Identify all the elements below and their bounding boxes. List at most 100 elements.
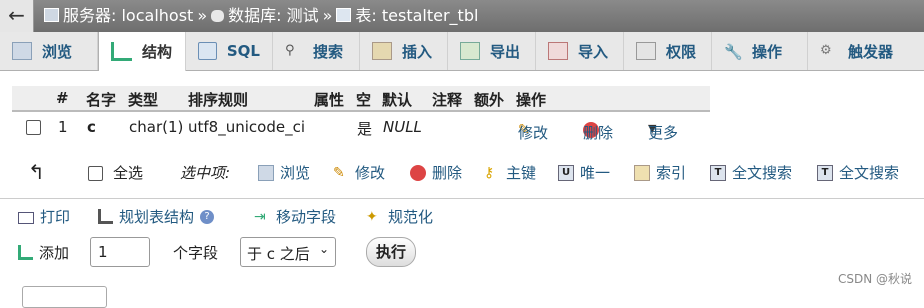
row-num: 1 <box>58 118 68 136</box>
export-icon <box>460 42 480 60</box>
row-edit-label: 修改 <box>518 124 549 142</box>
tab-label: 结构 <box>142 43 173 61</box>
triggers-icon: ⚙ <box>820 43 832 58</box>
chevron-down-icon: ⌄ <box>318 242 329 256</box>
printer-icon <box>18 212 34 224</box>
tab-sql[interactable]: SQL <box>186 32 273 70</box>
table-row: 1 c char(1) utf8_unicode_ci 是 NULL ✎ 修改 删… <box>12 114 710 142</box>
watermark: CSDN @秋说 <box>837 272 912 286</box>
bulk-primary[interactable]: ⚷ 主键 <box>484 162 536 183</box>
structure-table-header: # 名字 类型 排序规则 属性 空 默认 注释 额外 操作 <box>12 86 710 112</box>
breadcrumb: 服务器: localhost» 数据库: 测试» 表: testalter_tbl <box>44 0 478 32</box>
pencil-icon: ✎ <box>333 164 345 181</box>
go-button[interactable]: 执行 <box>366 237 416 267</box>
row-null: 是 <box>357 120 373 138</box>
col-extra: 额外 <box>474 91 505 109</box>
tab-label: 插入 <box>402 42 433 61</box>
browse-icon <box>12 42 32 60</box>
breadcrumb-bar: ← 服务器: localhost» 数据库: 测试» 表: testalter_tb… <box>0 0 924 32</box>
bulk-browse[interactable]: 浏览 <box>258 162 310 183</box>
server-icon <box>44 8 59 22</box>
bulk-browse-label: 浏览 <box>280 164 311 182</box>
add-label-group: 添加 <box>18 242 69 263</box>
bulk-index[interactable]: 索引 <box>634 162 686 183</box>
tab-export[interactable]: 导出 <box>448 32 536 70</box>
col-comment: 注释 <box>432 91 463 109</box>
index-icon <box>634 164 650 181</box>
tab-label: 权限 <box>666 42 697 61</box>
structure-icon <box>111 42 132 61</box>
bulk-primary-label: 主键 <box>506 164 537 182</box>
breadcrumb-separator: » <box>322 6 333 25</box>
col-attributes: 属性 <box>314 91 345 109</box>
propose-label: 规划表结构 <box>119 208 195 226</box>
move-label: 移动字段 <box>276 208 337 226</box>
search-icon: ⚲ <box>285 43 295 58</box>
propose-structure-link[interactable]: 规划表结构? <box>98 206 215 227</box>
print-link[interactable]: 打印 <box>18 206 70 227</box>
check-all-label[interactable]: 全选 <box>113 162 143 183</box>
bulk-edit[interactable]: ✎ 修改 <box>333 162 385 183</box>
tab-label: 导入 <box>578 42 609 61</box>
bulk-fulltext-label: 全文搜索 <box>732 164 793 182</box>
fulltext-icon: T <box>710 164 726 181</box>
help-icon[interactable]: ? <box>200 209 215 224</box>
tab-search[interactable]: ⚲ 搜索 <box>273 32 360 70</box>
move-icon: ⇥ <box>254 208 266 225</box>
breadcrumb-server[interactable]: 服务器: localhost <box>63 6 193 25</box>
tab-label: 操作 <box>752 42 783 61</box>
add-unit-label: 个字段 <box>173 244 219 262</box>
row-more-label: 更多 <box>648 124 679 142</box>
tab-label: SQL <box>226 42 260 60</box>
tab-label: 浏览 <box>42 42 73 61</box>
fulltext-icon: T <box>817 164 833 181</box>
bottom-partial-box <box>22 286 107 308</box>
bulk-drop[interactable]: 删除 <box>410 162 462 183</box>
bulk-drop-label: 删除 <box>432 164 463 182</box>
breadcrumb-separator: » <box>197 6 208 25</box>
add-count-input[interactable]: 1 <box>90 237 150 267</box>
row-checkbox[interactable] <box>26 120 41 135</box>
bulk-actions: ↰ 全选 选中项: 浏览 ✎ 修改 删除 ⚷ 主键 U 唯一 索引 T 全文搜索 T 全文… <box>0 158 924 188</box>
add-count-value: 1 <box>98 243 108 261</box>
delete-icon <box>410 164 426 181</box>
row-default: NULL <box>383 118 422 136</box>
col-collation: 排序规则 <box>188 91 249 109</box>
divider <box>0 198 924 199</box>
tab-browse[interactable]: 浏览 <box>0 32 98 70</box>
privileges-icon <box>636 42 656 60</box>
move-columns-link[interactable]: ⇥ 移动字段 <box>254 206 336 227</box>
breadcrumb-table[interactable]: 表: testalter_tbl <box>355 6 478 25</box>
tab-label: 导出 <box>490 42 521 61</box>
bulk-fulltext-label: 全文搜索 <box>839 164 900 182</box>
with-selected-label: 选中项: <box>180 164 231 182</box>
col-null: 空 <box>356 91 372 109</box>
col-action: 操作 <box>516 91 547 109</box>
structure-icon <box>98 209 113 224</box>
normalize-link[interactable]: ✦ 规范化 <box>366 206 433 227</box>
add-position-select[interactable]: 于 c 之后 ⌄ <box>240 237 336 267</box>
tab-structure[interactable]: 结构 <box>98 32 186 71</box>
add-label: 添加 <box>39 244 70 262</box>
table-icon <box>336 8 352 22</box>
tab-import[interactable]: 导入 <box>536 32 624 70</box>
tab-triggers[interactable]: ⚙ 触发器 <box>808 32 924 70</box>
print-label: 打印 <box>40 208 71 226</box>
back-arrow-icon[interactable]: ← <box>0 0 34 32</box>
database-icon <box>211 10 225 22</box>
add-position-value: 于 c 之后 <box>247 245 310 263</box>
tab-privileges[interactable]: 权限 <box>624 32 712 70</box>
col-name[interactable]: 名字 <box>86 89 116 110</box>
bulk-fulltext[interactable]: T 全文搜索 <box>710 162 792 183</box>
check-all-checkbox[interactable] <box>88 166 103 181</box>
row-drop-label: 删除 <box>583 124 614 142</box>
tab-bar: 浏览 结构 SQL ⚲ 搜索 插入 导出 导入 权限 🔧 操作 ⚙ 触发器 <box>0 32 924 71</box>
tab-insert[interactable]: 插入 <box>360 32 448 70</box>
tab-operations[interactable]: 🔧 操作 <box>712 32 808 70</box>
bulk-fulltext-2[interactable]: T 全文搜索 <box>817 162 899 183</box>
normalize-label: 规范化 <box>388 208 434 226</box>
breadcrumb-database[interactable]: 数据库: 测试 <box>228 6 318 25</box>
bulk-index-label: 索引 <box>656 164 687 182</box>
insert-icon <box>372 42 392 60</box>
bulk-unique[interactable]: U 唯一 <box>558 162 610 183</box>
